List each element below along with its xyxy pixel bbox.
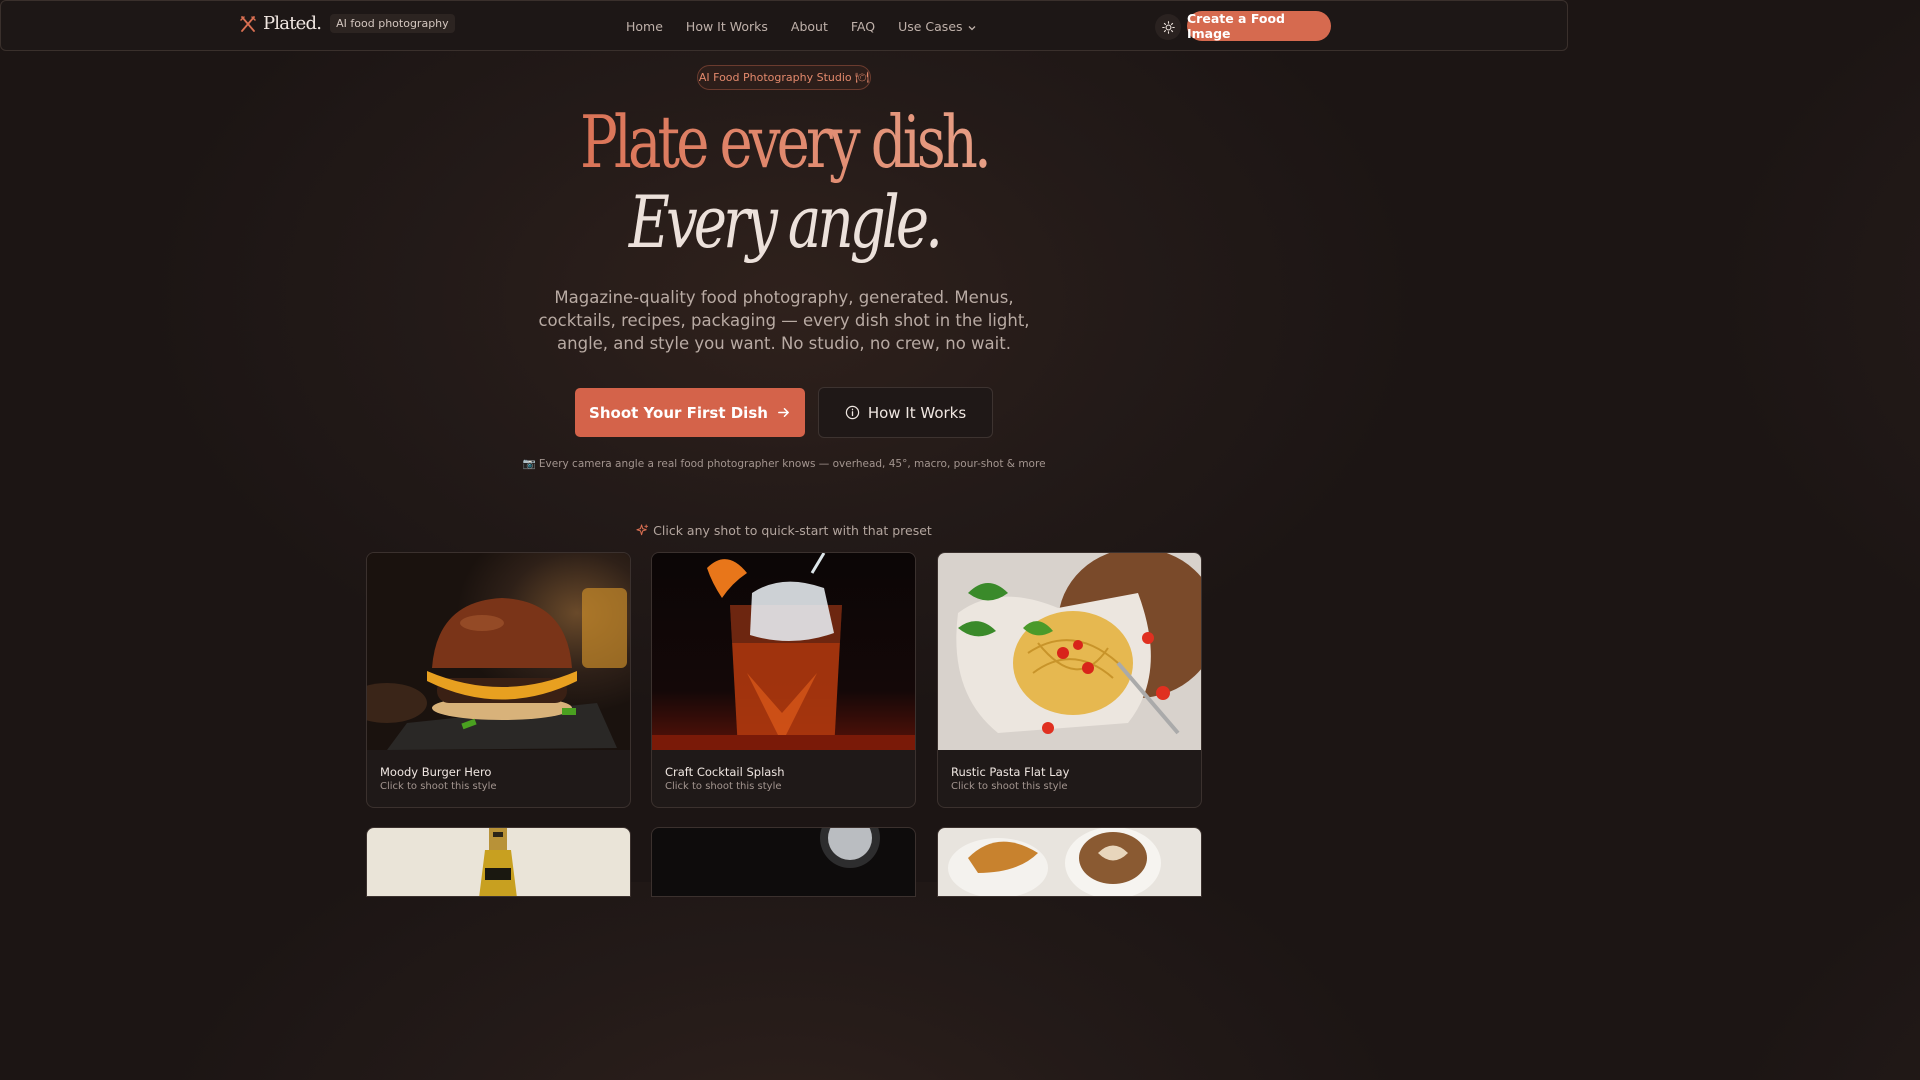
preset-card-burger[interactable]: Moody Burger Hero Click to shoot this st… [366, 552, 631, 808]
sun-icon [1161, 20, 1175, 34]
burger-image [367, 553, 630, 750]
nav-about[interactable]: About [791, 19, 828, 34]
nav-faq[interactable]: FAQ [851, 19, 875, 34]
top-navbar: Plated. AI food photography Home How It … [0, 0, 1568, 51]
preset-card-cocktail[interactable]: Craft Cocktail Splash Click to shoot thi… [651, 552, 916, 808]
how-it-works-label: How It Works [867, 403, 967, 422]
nav-use-cases[interactable]: Use Cases [898, 19, 976, 34]
card-title: Rustic Pasta Flat Lay [951, 765, 1070, 779]
create-food-image-button[interactable]: Create a Food Image [1187, 11, 1331, 41]
nav-home[interactable]: Home [626, 19, 663, 34]
hero-subtitle: Magazine-quality food photography, gener… [538, 288, 1030, 353]
camera-angles-note: 📷 Every camera angle a real food photogr… [522, 458, 1046, 470]
shoot-first-dish-label: Shoot Your First Dish [589, 403, 768, 422]
card-subtitle: Click to shoot this style [951, 781, 1068, 792]
nav-links: Home How It Works About FAQ Use Cases [626, 19, 1000, 34]
preset-card-dark[interactable] [651, 827, 916, 897]
cocktail-image [652, 553, 915, 750]
hero-title-line2: Every angle. [628, 180, 943, 264]
presets-hint-text: Click any shot to quick-start with that … [653, 523, 932, 538]
sparkles-icon [636, 524, 649, 536]
chevron-down-icon [968, 25, 975, 30]
hero-pill: AI Food Photography Studio 🍽 [697, 65, 871, 90]
oil-bottle-image [479, 828, 517, 896]
info-icon [845, 405, 860, 420]
preset-card-pasta[interactable]: Rustic Pasta Flat Lay Click to shoot thi… [937, 552, 1202, 808]
brand-name: Plated. [263, 13, 322, 34]
nav-use-cases-label: Use Cases [898, 19, 963, 34]
coffee-croissant-image [948, 828, 1161, 896]
presets-hint: Click any shot to quick-start with that … [0, 523, 1568, 538]
card-subtitle: Click to shoot this style [380, 781, 497, 792]
nav-how-it-works[interactable]: How It Works [686, 19, 768, 34]
brand-badge: AI food photography [330, 14, 455, 33]
shoot-first-dish-button[interactable]: Shoot Your First Dish [575, 388, 805, 437]
hero-title-line1: Plate every dish. [172, 100, 1395, 184]
utensils-icon [240, 15, 256, 32]
card-title: Moody Burger Hero [380, 765, 492, 779]
card-subtitle: Click to shoot this style [665, 781, 782, 792]
spotlight-image [820, 828, 880, 868]
brand[interactable]: Plated. AI food photography [239, 13, 455, 34]
pasta-image [938, 553, 1201, 750]
preset-card-oil[interactable] [366, 827, 631, 897]
arrow-right-icon [778, 408, 789, 417]
card-title: Craft Cocktail Splash [665, 765, 785, 779]
theme-toggle-button[interactable] [1155, 14, 1181, 40]
preset-card-coffee[interactable] [937, 827, 1202, 897]
how-it-works-button[interactable]: How It Works [818, 387, 993, 438]
